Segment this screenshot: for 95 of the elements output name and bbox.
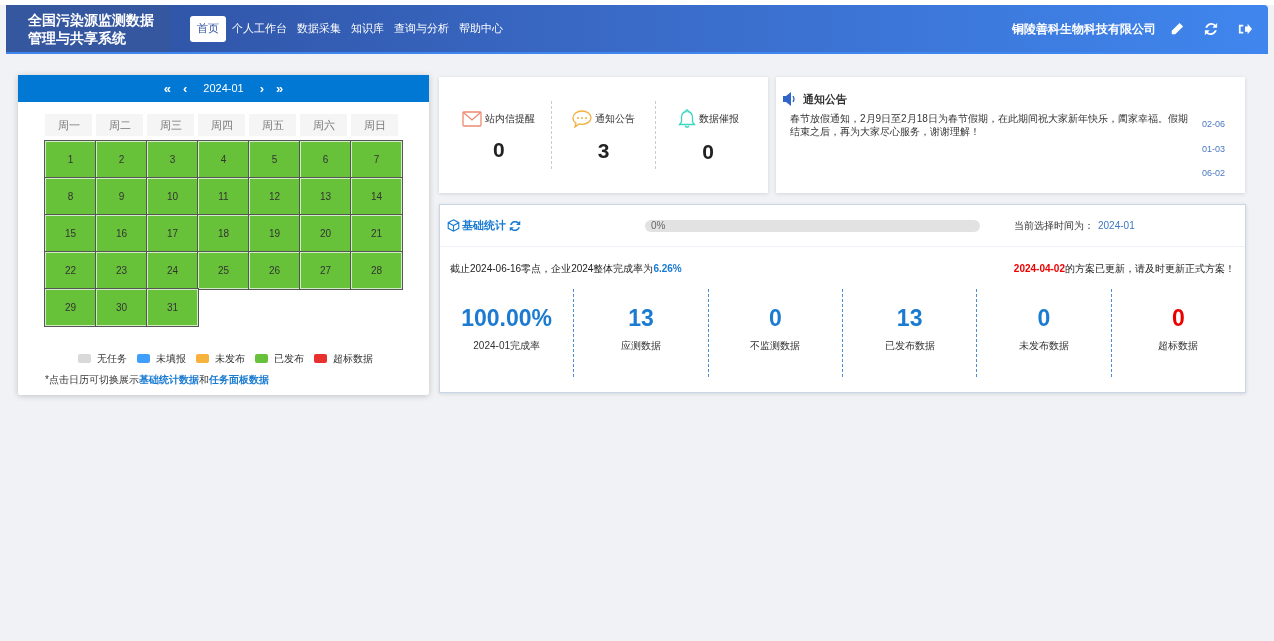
calendar-day[interactable]: 7	[351, 141, 402, 178]
legend-label: 超标数据	[333, 352, 373, 366]
calendar-day[interactable]: 11	[198, 178, 249, 215]
refresh-icon[interactable]	[509, 219, 521, 232]
calendar-day[interactable]: 18	[198, 215, 249, 252]
nav-tab[interactable]: 个人工作台	[228, 15, 291, 42]
calendar-day[interactable]: 31	[147, 289, 198, 326]
weekday-header: 周六	[300, 114, 347, 136]
stat-value: 0	[768, 307, 782, 330]
cube-icon	[447, 219, 460, 232]
calendar-day[interactable]: 29	[45, 289, 96, 326]
stat-label: 应测数据	[621, 339, 661, 353]
weekday-header: 周二	[96, 114, 143, 136]
progress-label: 0%	[651, 219, 666, 232]
time-label: 当前选择时间为：	[1014, 219, 1094, 233]
calendar-day[interactable]: 5	[249, 141, 300, 178]
refresh-icon[interactable]	[1204, 21, 1218, 36]
calendar-day[interactable]: 19	[249, 215, 300, 252]
notice-date: 01-03	[1201, 142, 1225, 156]
calendar-day[interactable]: 17	[147, 215, 198, 252]
stat-value: 13	[628, 307, 654, 330]
calendar-day[interactable]: 4	[198, 141, 249, 178]
stat-value: 0	[1037, 307, 1051, 330]
calendar-day[interactable]: 14	[351, 178, 402, 215]
calendar-day[interactable]: 25	[198, 252, 249, 289]
counter-value: 3	[597, 139, 610, 161]
calendar-day[interactable]: 26	[249, 252, 300, 289]
legend-label: 未发布	[215, 352, 245, 366]
nav-tab[interactable]: 首页	[190, 15, 226, 42]
mail-icon	[462, 110, 483, 127]
calendar-day[interactable]: 23	[96, 252, 147, 289]
weekday-header: 周四	[198, 114, 245, 136]
calendar-day[interactable]: 15	[45, 215, 96, 252]
counter-label: 通知公告	[595, 112, 635, 126]
nav-tab[interactable]: 帮助中心	[455, 15, 507, 42]
notice-date: 06-02	[1201, 166, 1225, 180]
stat-value: 0	[1171, 307, 1185, 330]
calendar-day[interactable]: 6	[300, 141, 351, 178]
calendar-day[interactable]: 13	[300, 178, 351, 215]
calendar-day[interactable]: 8	[45, 178, 96, 215]
next-month-button[interactable]: ›	[259, 78, 265, 99]
legend-label: 已发布	[274, 352, 304, 366]
weekday-header: 周一	[45, 114, 92, 136]
calendar-hint: *点击日历可切换展示基础统计数据和任务面板数据	[44, 373, 270, 387]
update-notice: 的方案已更新，请及时更新正式方案！	[1065, 262, 1235, 276]
notice-title: 通知公告	[803, 92, 847, 107]
last-year-button[interactable]: »	[276, 78, 284, 99]
calendar-day[interactable]: 1	[45, 141, 96, 178]
calendar-day[interactable]: 20	[300, 215, 351, 252]
weekday-header: 周三	[147, 114, 194, 136]
update-date: 2024-04-02	[1013, 262, 1065, 276]
speaker-icon	[782, 91, 798, 108]
chat-bubble-icon	[572, 109, 592, 128]
completion-summary: 截止2024-06-16零点，企业2024整体完成率为6.26%	[450, 262, 682, 276]
stats-title: 基础统计	[462, 218, 506, 234]
calendar-day[interactable]: 2	[96, 141, 147, 178]
calendar-day[interactable]: 9	[96, 178, 147, 215]
counter-value: 0	[702, 140, 714, 162]
notice-link[interactable]: 春节放假通知，2月9日至2月18日为春节假期，在此期间祝大家新年快乐，阖家幸福。假期结束之后，再为大家尽心服务，谢谢理解！	[790, 111, 1192, 138]
stat-label: 未发布数据	[1018, 339, 1069, 353]
calendar-day[interactable]: 12	[249, 178, 300, 215]
notice-date: 02-06	[1201, 117, 1225, 131]
counter-label: 数据催报	[698, 112, 739, 126]
nav-tab[interactable]: 知识库	[347, 15, 388, 42]
legend-label: 未填报	[156, 352, 186, 366]
stat-label: 超标数据	[1158, 339, 1199, 353]
calendar-day[interactable]: 10	[147, 178, 198, 215]
calendar-day[interactable]: 27	[300, 252, 351, 289]
legend-label: 无任务	[97, 352, 127, 366]
time-value: 2024-01	[1098, 219, 1135, 233]
edit-icon[interactable]	[1170, 21, 1184, 36]
counter-value: 0	[493, 138, 505, 160]
stat-value: 13	[896, 307, 923, 330]
calendar-day[interactable]: 21	[351, 215, 402, 252]
calendar-day[interactable]: 24	[147, 252, 198, 289]
stat-label: 2024-01完成率	[473, 339, 540, 353]
app-title: 全国污染源监测数据管理与共享系统	[28, 10, 155, 47]
nav-tab[interactable]: 查询与分析	[390, 15, 453, 42]
counter-label: 站内信提醒	[485, 112, 536, 126]
stat-label: 已发布数据	[884, 339, 935, 353]
calendar-day[interactable]: 16	[96, 215, 147, 252]
first-year-button[interactable]: «	[163, 78, 171, 99]
calendar-day[interactable]: 22	[45, 252, 96, 289]
calendar-day[interactable]: 28	[351, 252, 402, 289]
weekday-header: 周五	[249, 114, 296, 136]
company-name: 铜陵善科生物科技有限公司	[1012, 20, 1156, 38]
weekday-header: 周日	[351, 114, 398, 136]
previous-month-button[interactable]: ‹	[182, 78, 188, 99]
bell-icon	[677, 108, 696, 129]
calendar-month: 2024-01	[203, 81, 244, 97]
nav-tab[interactable]: 数据采集	[293, 15, 345, 42]
stat-value: 100.00%	[461, 307, 553, 330]
calendar-day[interactable]: 3	[147, 141, 198, 178]
calendar-day[interactable]: 30	[96, 289, 147, 326]
stat-label: 不监测数据	[750, 339, 801, 353]
